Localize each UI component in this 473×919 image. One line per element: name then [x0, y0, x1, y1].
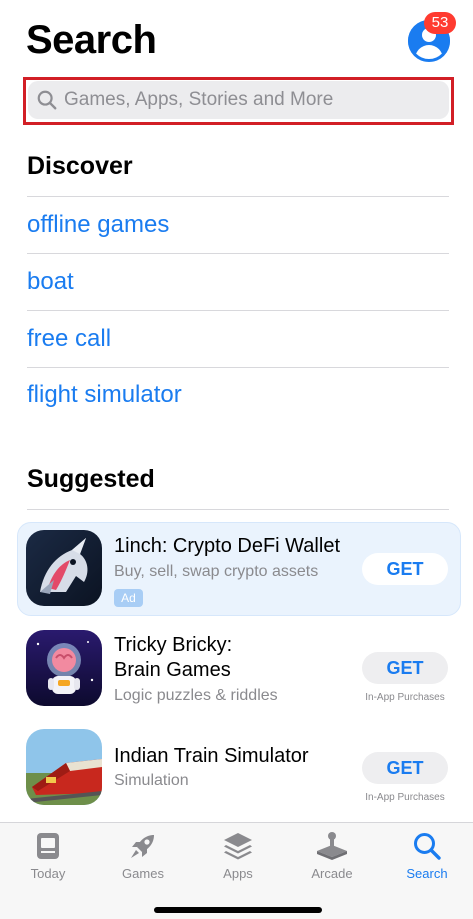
suggested-heading: Suggested	[27, 465, 155, 493]
tab-label: Today	[30, 866, 66, 881]
divider	[27, 367, 449, 368]
discover-item-flight-simulator[interactable]: flight simulator	[27, 381, 182, 409]
magnifier-icon	[37, 90, 57, 110]
app-name-line2[interactable]: Brain Games	[114, 658, 231, 683]
get-button-1inch[interactable]: GET	[362, 553, 448, 585]
search-icon	[414, 833, 441, 860]
unicorn-icon	[26, 530, 102, 606]
train-icon	[26, 729, 102, 805]
rocket-icon	[131, 835, 154, 858]
in-app-purchases-note: In-App Purchases	[365, 692, 445, 703]
header: Search 53	[0, 0, 473, 72]
today-icon	[37, 833, 59, 859]
tab-label: Arcade	[311, 866, 353, 881]
tab-today[interactable]: Today	[8, 831, 88, 881]
get-button-indian-train[interactable]: GET	[362, 752, 448, 784]
tab-search[interactable]: Search	[387, 831, 467, 881]
tab-label: Search	[406, 866, 448, 881]
app-name[interactable]: Indian Train Simulator	[114, 744, 309, 769]
page-title: Search	[26, 18, 157, 62]
divider	[27, 196, 449, 197]
ad-tag: Ad	[114, 589, 143, 607]
search-input[interactable]	[64, 89, 434, 111]
discover-item-free-call[interactable]: free call	[27, 325, 111, 353]
joystick-icon	[317, 832, 347, 860]
tab-games[interactable]: Games	[103, 831, 183, 881]
divider	[27, 253, 449, 254]
home-indicator[interactable]	[154, 907, 322, 913]
tab-bar: Today Games Apps Arcade Search	[0, 822, 473, 919]
app-subtitle: Logic puzzles & riddles	[114, 687, 278, 704]
app-icon-tricky-bricky[interactable]	[26, 630, 102, 706]
app-name[interactable]: 1inch: Crypto DeFi Wallet	[114, 534, 340, 559]
tab-apps[interactable]: Apps	[198, 831, 278, 881]
app-name[interactable]: Tricky Bricky:	[114, 633, 232, 658]
discover-item-offline-games[interactable]: offline games	[27, 211, 169, 239]
app-icon-indian-train[interactable]	[26, 729, 102, 805]
divider	[27, 509, 449, 510]
tab-arcade[interactable]: Arcade	[292, 831, 372, 881]
get-button-tricky-bricky[interactable]: GET	[362, 652, 448, 684]
in-app-purchases-note: In-App Purchases	[365, 792, 445, 803]
app-icon-1inch[interactable]	[26, 530, 102, 606]
divider	[27, 310, 449, 311]
tab-label: Games	[122, 866, 164, 881]
discover-item-boat[interactable]: boat	[27, 268, 74, 296]
tab-label: Apps	[223, 866, 253, 881]
app-subtitle: Buy, sell, swap crypto assets	[114, 563, 319, 580]
layers-icon	[224, 833, 252, 860]
app-subtitle: Simulation	[114, 772, 189, 789]
search-bar[interactable]	[28, 81, 449, 119]
notification-badge: 53	[424, 12, 456, 34]
discover-heading: Discover	[27, 152, 133, 180]
astronaut-brain-icon	[26, 630, 102, 706]
